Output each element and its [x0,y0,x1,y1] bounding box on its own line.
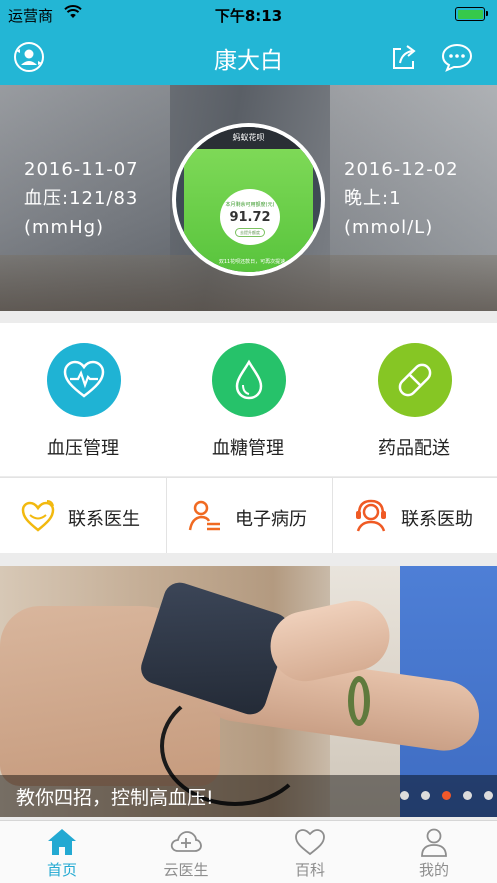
carousel-dot[interactable] [400,791,409,800]
tab-label: 百科 [294,861,325,879]
contact-label: 联系医助 [401,509,473,530]
blood-pressure-management-button[interactable]: 血压管理 [0,323,166,476]
contact-doctor-button[interactable]: 联系医生 [0,478,165,553]
medicine-delivery-button[interactable]: 药品配送 [331,323,497,476]
promo-label: 本月剩余可用额度(元) [225,202,275,208]
tab-bar: 首页 云医生 百科 我的 [0,820,497,883]
status-time: 下午8:13 [214,7,283,25]
bp-reading: 血压:121/83 [24,188,139,209]
page-title: 康大白 [214,48,283,74]
tab-home[interactable]: 首页 [0,821,124,883]
headset-icon [356,499,386,532]
record-person-icon [188,500,220,531]
nav-bar: 康大白 [0,28,497,85]
carousel-dots[interactable] [400,791,493,800]
carousel-dot[interactable] [421,791,430,800]
user-icon [421,828,447,857]
water-drop-icon [235,359,263,400]
article-banner[interactable]: 教你四招，控制高血压! [0,566,497,817]
home-icon [48,829,76,855]
contact-assistant-button[interactable]: 联系医助 [332,478,497,553]
feature-label: 药品配送 [378,438,450,459]
carousel-dot[interactable] [484,791,493,800]
blood-sugar-management-button[interactable]: 血糖管理 [165,323,331,476]
tab-encyclopedia[interactable]: 百科 [248,821,372,883]
article-caption: 教你四招，控制高血压! [16,787,214,809]
tab-profile[interactable]: 我的 [372,821,496,883]
chat-icon[interactable] [440,40,474,74]
bs-unit: (mmol/L) [344,217,434,238]
battery-icon [455,7,488,21]
contact-row: 联系医生 电子病历 联系医助 [0,477,497,553]
promo-button: 去提升额度 [235,228,265,237]
bs-reading: 晚上:1 [344,188,402,209]
contact-label: 联系医生 [68,509,140,530]
tab-label: 云医生 [163,861,209,879]
pill-icon [398,363,432,397]
feature-label: 血压管理 [47,438,119,459]
bp-date: 2016-11-07 [24,159,139,180]
blood-pressure-summary[interactable]: 2016-11-07 血压:121/83 (mmHg) [24,155,139,242]
feature-label: 血糖管理 [212,438,284,459]
blood-sugar-summary[interactable]: 2016-12-02 晚上:1 (mmol/L) [344,155,459,242]
share-icon[interactable] [387,40,421,74]
promo-footer: 双11花呗还款日，可再次提速 [218,259,286,265]
promo-header: 蚂蚁花呗 [176,127,321,149]
contact-label: 电子病历 [235,509,307,530]
medical-record-button[interactable]: 电子病历 [166,478,331,553]
bp-unit: (mmHg) [24,217,105,238]
doctor-heart-icon [21,500,55,532]
heart-pulse-icon [63,360,105,398]
center-promo-circle[interactable]: 蚂蚁花呗 本月剩余可用额度(元) 91.72 去提升额度 双11花呗还款日，可再… [172,123,325,276]
tab-cloud-doctor[interactable]: 云医生 [124,821,248,883]
cloud-doctor-icon [170,831,202,852]
tab-label: 我的 [418,861,449,879]
main-features: 血压管理 血糖管理 药品配送 [0,323,497,476]
bs-date: 2016-12-02 [344,159,459,180]
promo-value: 91.72 [229,210,271,225]
heart-icon [295,829,325,856]
tab-label: 首页 [46,861,77,879]
carousel-dot[interactable] [463,791,472,800]
carousel-dot-active[interactable] [442,791,451,800]
status-bar: 运营商 下午8:13 [0,0,497,28]
